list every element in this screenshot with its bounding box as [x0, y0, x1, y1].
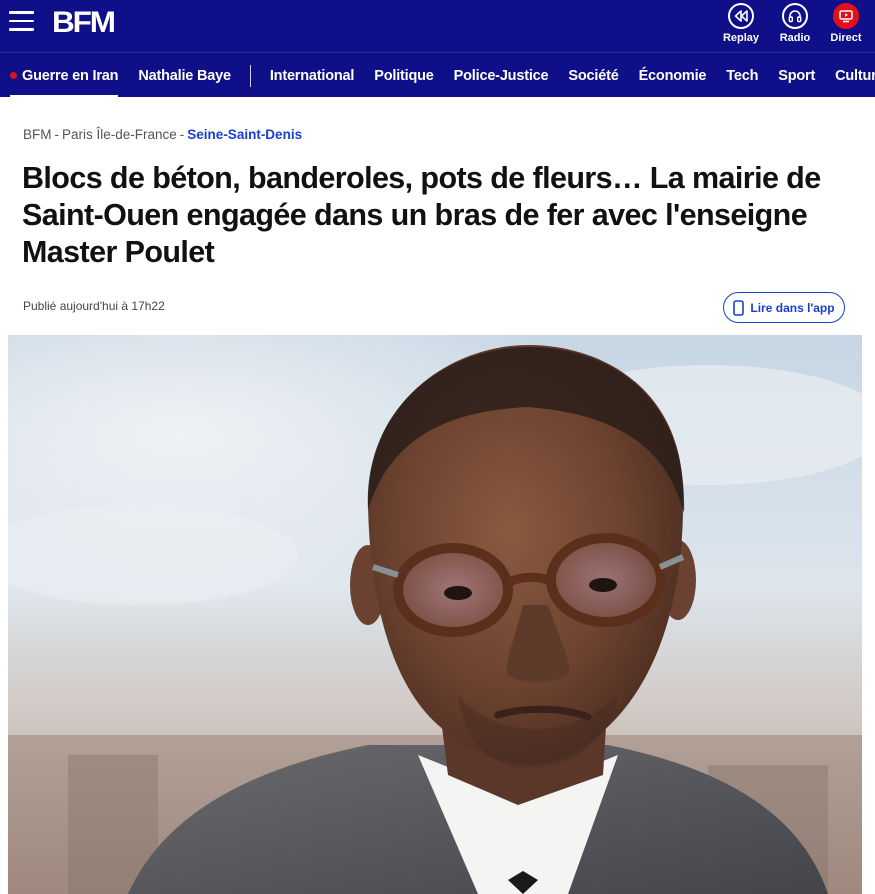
- nav-item-label: Police-Justice: [453, 67, 549, 84]
- read-in-app-button[interactable]: Lire dans l'app: [723, 292, 845, 323]
- nav-item-label: Culture: [835, 67, 875, 84]
- nav-item-tech[interactable]: Tech: [716, 53, 768, 97]
- nav-item-sport[interactable]: Sport: [768, 53, 825, 97]
- nav-item-culture[interactable]: Culture: [825, 53, 875, 97]
- rewind-icon: [734, 10, 748, 22]
- headphones-icon: [788, 10, 802, 23]
- nav-item-label: Nathalie Baye: [138, 67, 231, 84]
- breadcrumb-separator: -: [54, 127, 60, 142]
- nav-item-label: Guerre en Iran: [22, 67, 119, 84]
- article-title: Blocs de béton, banderoles, pots de fleu…: [22, 161, 821, 269]
- direct-button[interactable]: Direct: [824, 3, 868, 49]
- radio-label: Radio: [779, 32, 811, 44]
- breadcrumb: BFM - Paris Île-de-France - Seine-Saint-Deni…: [23, 127, 302, 142]
- nav-item-label: International: [269, 67, 355, 84]
- phone-icon: [733, 299, 745, 316]
- breadcrumb-separator: -: [179, 127, 185, 142]
- breadcrumb-item-seine-saint-denis[interactable]: Seine-Saint-Denis: [187, 127, 302, 142]
- replay-label: Replay: [722, 32, 760, 44]
- breadcrumb-item-bfm[interactable]: BFM: [23, 127, 52, 142]
- nav-item-label: Économie: [638, 67, 707, 84]
- nav-item-nathalie-baye[interactable]: Nathalie Baye: [128, 53, 241, 97]
- menu-icon[interactable]: [9, 11, 34, 31]
- nav-item-international[interactable]: International: [260, 53, 364, 97]
- breadcrumb-item-paris[interactable]: Paris Île-de-France: [62, 127, 177, 142]
- nav-item-societe[interactable]: Société: [558, 53, 628, 97]
- article-hero-image: [8, 335, 862, 894]
- top-header: BFM Replay Radio Direct: [0, 0, 875, 52]
- nav-item-label: Politique: [374, 67, 434, 84]
- read-in-app-label: Lire dans l'app: [750, 300, 835, 315]
- publish-date: Publié aujourd'hui à 17h22: [23, 299, 165, 313]
- nav-item-economie[interactable]: Économie: [629, 53, 717, 97]
- replay-button[interactable]: Replay: [719, 3, 763, 49]
- portrait-photo: [8, 335, 862, 894]
- live-tv-icon: [839, 9, 853, 22]
- nav-divider: [249, 64, 251, 87]
- nav-item-guerre-en-iran[interactable]: Guerre en Iran: [0, 53, 128, 97]
- nav-item-politique[interactable]: Politique: [364, 53, 443, 97]
- nav-item-police-justice[interactable]: Police-Justice: [444, 53, 559, 97]
- category-nav: Guerre en Iran Nathalie Baye Internation…: [0, 52, 875, 97]
- nav-item-label: Sport: [778, 67, 816, 84]
- site-logo[interactable]: BFM: [52, 6, 116, 40]
- nav-item-label: Tech: [726, 67, 759, 84]
- radio-button[interactable]: Radio: [773, 3, 817, 49]
- live-dot-icon: [10, 72, 17, 79]
- direct-label: Direct: [830, 32, 862, 44]
- nav-item-label: Société: [568, 67, 619, 84]
